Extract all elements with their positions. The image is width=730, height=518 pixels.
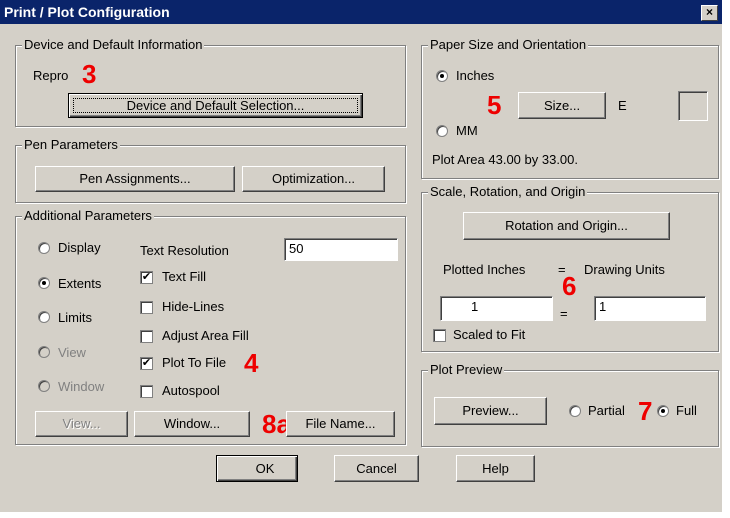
equals-sign: =	[560, 306, 568, 321]
extents-radio[interactable]	[38, 277, 50, 289]
title-bar[interactable]: Print / Plot Configuration ×	[0, 0, 722, 24]
mm-label: MM	[456, 123, 478, 138]
ok-button[interactable]: OK	[216, 455, 298, 482]
cancel-button[interactable]: Cancel	[334, 455, 419, 482]
mm-radio[interactable]	[436, 125, 448, 137]
display-label: Display	[58, 240, 101, 255]
autospool-checkbox[interactable]	[140, 385, 153, 398]
hide-lines-checkbox[interactable]	[140, 301, 153, 314]
drawing-units-input[interactable]: 1	[594, 296, 706, 321]
device-name: Repro	[33, 68, 69, 83]
inches-label: Inches	[456, 68, 495, 83]
full-label: Full	[676, 403, 697, 418]
limits-label: Limits	[58, 310, 92, 325]
partial-label: Partial	[588, 403, 625, 418]
dialog-title: Print / Plot Configuration	[4, 4, 170, 20]
help-button[interactable]: Help	[456, 455, 535, 482]
preview-button[interactable]: Preview...	[434, 397, 547, 425]
plotted-inches-label: Plotted Inches	[443, 262, 526, 277]
extents-label: Extents	[58, 276, 102, 291]
autospool-label: Autospool	[162, 383, 220, 398]
window-button[interactable]: Window...	[134, 411, 250, 437]
limits-radio[interactable]	[38, 311, 50, 323]
pen-group-legend: Pen Parameters	[22, 137, 120, 152]
view-button: View...	[35, 411, 128, 437]
dialog-window: Print / Plot Configuration × Device and …	[0, 0, 722, 512]
pen-assignments-button[interactable]: Pen Assignments...	[35, 166, 235, 192]
window-radio	[38, 380, 50, 392]
annotation-5: 5	[487, 90, 502, 120]
size-button[interactable]: Size...	[518, 92, 606, 119]
rotation-origin-button[interactable]: Rotation and Origin...	[463, 212, 670, 240]
window-label: Window	[58, 379, 105, 394]
paper-preview-swatch	[678, 91, 708, 121]
scaled-to-fit-checkbox[interactable]	[433, 329, 446, 342]
device-selection-label: Device and Default Selection...	[69, 94, 362, 117]
preview-group-legend: Plot Preview	[428, 362, 505, 377]
plot-to-file-checkbox[interactable]: ✔	[140, 357, 153, 370]
scale-group-legend: Scale, Rotation, and Origin	[428, 184, 588, 199]
paper-group-legend: Paper Size and Orientation	[428, 37, 589, 52]
hide-lines-label: Hide-Lines	[162, 299, 225, 314]
plot-to-file-label: Plot To File	[162, 355, 227, 370]
view-radio	[38, 346, 50, 358]
annotation-3: 3	[82, 59, 97, 89]
additional-group-legend: Additional Parameters	[22, 208, 154, 223]
device-selection-button[interactable]: Device and Default Selection...	[68, 93, 363, 118]
device-group-legend: Device and Default Information	[22, 37, 205, 52]
partial-radio[interactable]	[569, 405, 581, 417]
plotted-inches-input[interactable]: 1	[440, 296, 553, 321]
file-name-button[interactable]: File Name...	[286, 411, 395, 437]
text-fill-label: Text Fill	[162, 269, 207, 284]
text-fill-checkbox[interactable]: ✔	[140, 271, 153, 284]
annotation-6: 6	[562, 271, 577, 301]
adjust-area-fill-label: Adjust Area Fill	[162, 328, 249, 343]
scaled-to-fit-label: Scaled to Fit	[453, 327, 526, 342]
adjust-area-fill-checkbox[interactable]	[140, 330, 153, 343]
text-resolution-label: Text Resolution	[140, 243, 229, 258]
close-icon[interactable]: ×	[701, 5, 718, 21]
full-radio[interactable]	[657, 405, 669, 417]
display-radio[interactable]	[38, 242, 50, 254]
drawing-units-label: Drawing Units	[584, 262, 665, 277]
paper-size-value: E	[618, 98, 627, 113]
annotation-4: 4	[244, 348, 259, 378]
text-resolution-input[interactable]: 50	[284, 238, 398, 261]
view-label: View	[58, 345, 86, 360]
plot-area-text: Plot Area 43.00 by 33.00.	[432, 152, 578, 167]
inches-radio[interactable]	[436, 70, 448, 82]
optimization-button[interactable]: Optimization...	[242, 166, 385, 192]
annotation-7: 7	[638, 396, 653, 426]
